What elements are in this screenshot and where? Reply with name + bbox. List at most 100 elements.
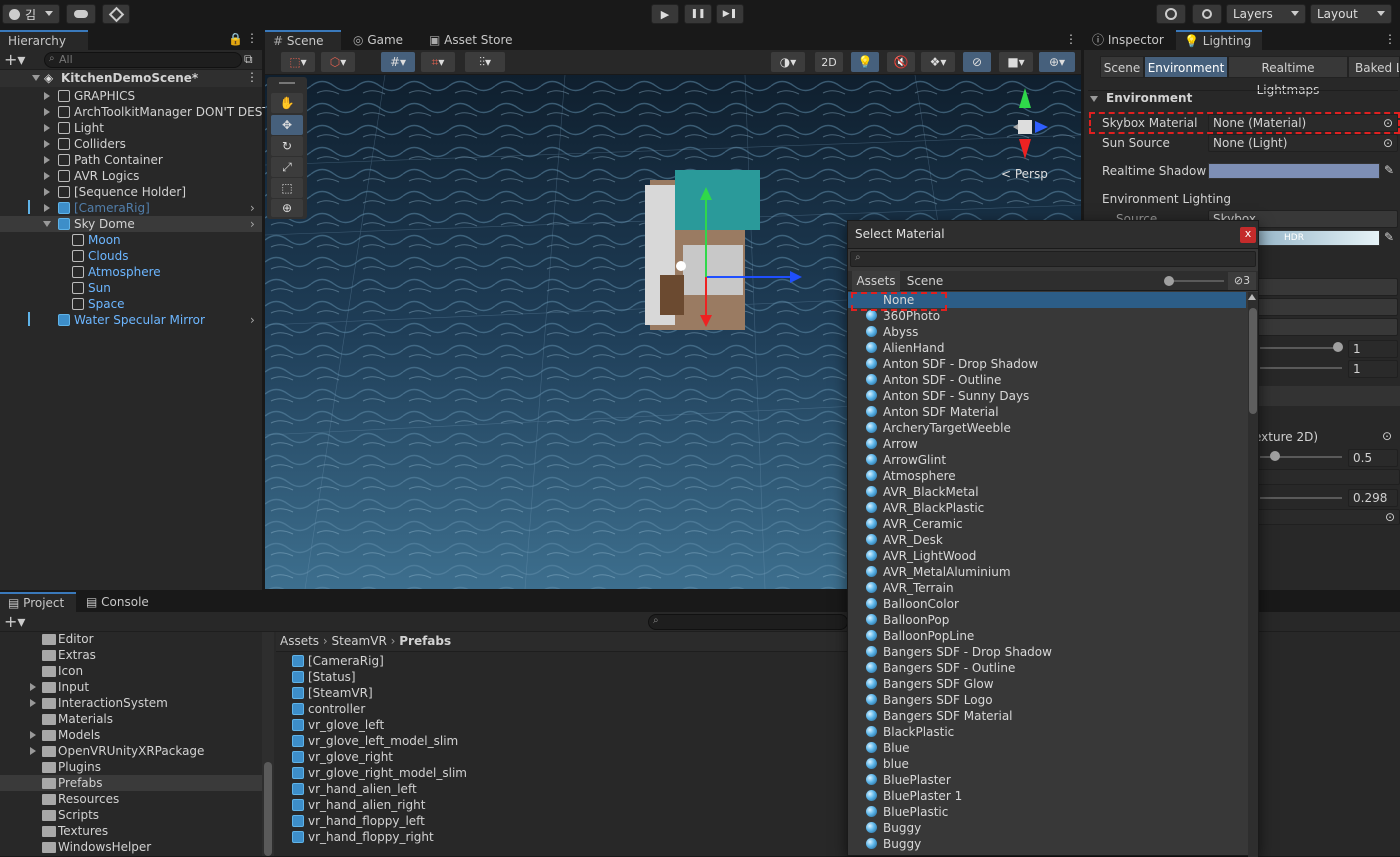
cloud-button[interactable] (66, 4, 96, 24)
material-item[interactable]: BluePlaster (848, 772, 1246, 788)
hand-tool[interactable]: ✋ (271, 93, 303, 113)
folder-item[interactable]: WindowsHelper (0, 839, 262, 855)
expand-icon[interactable] (44, 204, 50, 212)
more-icon[interactable]: ⋮ (246, 31, 258, 45)
folder-item[interactable]: Scripts (0, 807, 262, 823)
object-picker-icon[interactable]: ⊙ (1382, 429, 1392, 443)
material-item[interactable]: BluePlastic (848, 804, 1246, 820)
object-field[interactable]: ⊙ (1254, 509, 1400, 525)
flare-field[interactable]: 0.298 (1348, 489, 1398, 507)
account-dropdown[interactable]: 김 (2, 4, 60, 24)
material-item[interactable]: Anton SDF - Outline (848, 372, 1246, 388)
scroll-up-icon[interactable] (1248, 294, 1256, 300)
camera-dropdown[interactable]: ■ ▾ (999, 52, 1033, 72)
hierarchy-item[interactable]: ArchToolkitManager DON'T DEST (0, 104, 270, 120)
draw-mode-dropdown[interactable]: ⬚ ▾ (281, 52, 315, 72)
folder-item[interactable]: InteractionSystem (0, 695, 262, 711)
expand-icon[interactable] (44, 156, 50, 164)
filter-icon[interactable]: ⧉ (244, 52, 253, 67)
material-scrollbar[interactable] (1248, 292, 1258, 857)
eyedropper-icon[interactable]: ✎ (1384, 163, 1394, 177)
sun-field[interactable]: None (Light) ⊙ (1208, 134, 1398, 152)
expand-icon[interactable] (30, 699, 36, 707)
expand-icon[interactable] (44, 188, 50, 196)
grid-toggle[interactable]: # ▾ (381, 52, 415, 72)
slider-knob[interactable] (1270, 451, 1280, 461)
hierarchy-item[interactable]: Space (0, 296, 262, 312)
hierarchy-search-input[interactable]: ⌕ All (44, 52, 242, 68)
object-picker-icon[interactable]: ⊙ (1383, 135, 1393, 151)
breadcrumb-steamvr[interactable]: SteamVR (332, 634, 387, 648)
render-mode-dropdown[interactable]: ⬡ ▾ (321, 52, 355, 72)
hierarchy-item[interactable]: GRAPHICS (0, 88, 262, 104)
dropdown-a[interactable] (1254, 278, 1398, 296)
step-button[interactable]: ▶❚ (716, 4, 744, 24)
shadow-color-field[interactable] (1208, 163, 1380, 179)
more-icon[interactable]: ⋮ (1384, 32, 1396, 46)
hierarchy-item[interactable]: Water Specular Mirror › (0, 312, 262, 328)
2d-toggle[interactable]: 2D (815, 52, 843, 72)
transform-tool[interactable]: ⊕ (271, 199, 303, 217)
material-item[interactable]: AVR_BlackPlastic (848, 500, 1246, 516)
expand-icon[interactable] (30, 731, 36, 739)
hierarchy-item[interactable]: Path Container (0, 152, 262, 168)
expand-icon[interactable] (44, 140, 50, 148)
reflection-field[interactable]: 1 (1348, 360, 1398, 378)
folder-item[interactable]: Prefabs (0, 775, 262, 791)
expand-icon[interactable] (44, 172, 50, 180)
material-item[interactable]: BalloonPopLine (848, 628, 1246, 644)
color-bar[interactable] (1254, 469, 1400, 485)
expand-icon[interactable] (44, 108, 50, 116)
material-item[interactable]: Atmosphere (848, 468, 1246, 484)
material-item[interactable]: Bangers SDF - Outline (848, 660, 1246, 676)
material-item[interactable]: Anton SDF - Sunny Days (848, 388, 1246, 404)
more-icon[interactable]: ⋮ (246, 70, 258, 84)
asset-item[interactable]: vr_hand_alien_right (292, 797, 425, 813)
hierarchy-item[interactable]: Moon (0, 232, 262, 248)
hierarchy-item[interactable]: Clouds (0, 248, 262, 264)
subtab-baked[interactable]: Baked L (1348, 56, 1400, 78)
collab-button[interactable] (102, 4, 130, 24)
expand-icon[interactable] (44, 92, 50, 100)
material-item[interactable]: BalloonColor (848, 596, 1246, 612)
hierarchy-item[interactable]: AVR Logics (0, 168, 262, 184)
material-item[interactable]: ArcheryTargetWeeble (848, 420, 1246, 436)
search-button[interactable] (1192, 4, 1222, 24)
subtab-scene[interactable]: Scene (1100, 56, 1144, 78)
folder-item[interactable]: Materials (0, 711, 262, 727)
dropdown-b[interactable] (1254, 298, 1398, 316)
lighting-toggle[interactable]: 💡 (851, 52, 879, 72)
asset-item[interactable]: [CameraRig] (292, 653, 384, 669)
expand-icon[interactable] (44, 124, 50, 132)
more-icon[interactable]: ⋮ (1065, 32, 1077, 46)
scene-row[interactable]: ◈ KitchenDemoScene* ⋮ (0, 70, 262, 87)
hidden-items-toggle[interactable]: ⊘3 (1228, 272, 1256, 290)
effects-dropdown[interactable]: ❖ ▾ (921, 52, 955, 72)
chevron-right-icon[interactable]: › (250, 200, 255, 216)
breadcrumb-assets[interactable]: Assets (280, 634, 319, 648)
folder-item[interactable]: Plugins (0, 759, 262, 775)
hierarchy-item[interactable]: Colliders (0, 136, 262, 152)
intensity-field[interactable]: 1 (1348, 340, 1398, 358)
preview-size-slider[interactable] (1168, 280, 1224, 282)
shading-dropdown[interactable]: ◑ ▾ (771, 52, 805, 72)
asset-item[interactable]: controller (292, 701, 365, 717)
hierarchy-item[interactable]: [Sequence Holder] (0, 184, 262, 200)
add-icon[interactable]: +▾ (4, 50, 25, 69)
material-item[interactable]: Buggy (848, 820, 1246, 836)
material-item[interactable]: Bangers SDF Material (848, 708, 1246, 724)
tab-game[interactable]: ◎ Game (345, 30, 421, 51)
material-item[interactable]: AVR_MetalAluminium (848, 564, 1246, 580)
expand-icon[interactable] (43, 221, 51, 227)
tab-assets[interactable]: Assets (852, 271, 900, 291)
material-item[interactable]: Anton SDF Material (848, 404, 1246, 420)
material-item[interactable]: AVR_BlackMetal (848, 484, 1246, 500)
material-item[interactable]: Abyss (848, 324, 1246, 340)
asset-item[interactable]: [SteamVR] (292, 685, 373, 701)
asset-item[interactable]: [Status] (292, 669, 356, 685)
asset-item[interactable]: vr_glove_left (292, 717, 384, 733)
chevron-right-icon[interactable]: › (250, 312, 255, 328)
slider-track[interactable] (1260, 497, 1342, 499)
folder-item[interactable]: Extras (0, 647, 262, 663)
snap-toggle[interactable]: ⌗ ▾ (421, 52, 455, 72)
